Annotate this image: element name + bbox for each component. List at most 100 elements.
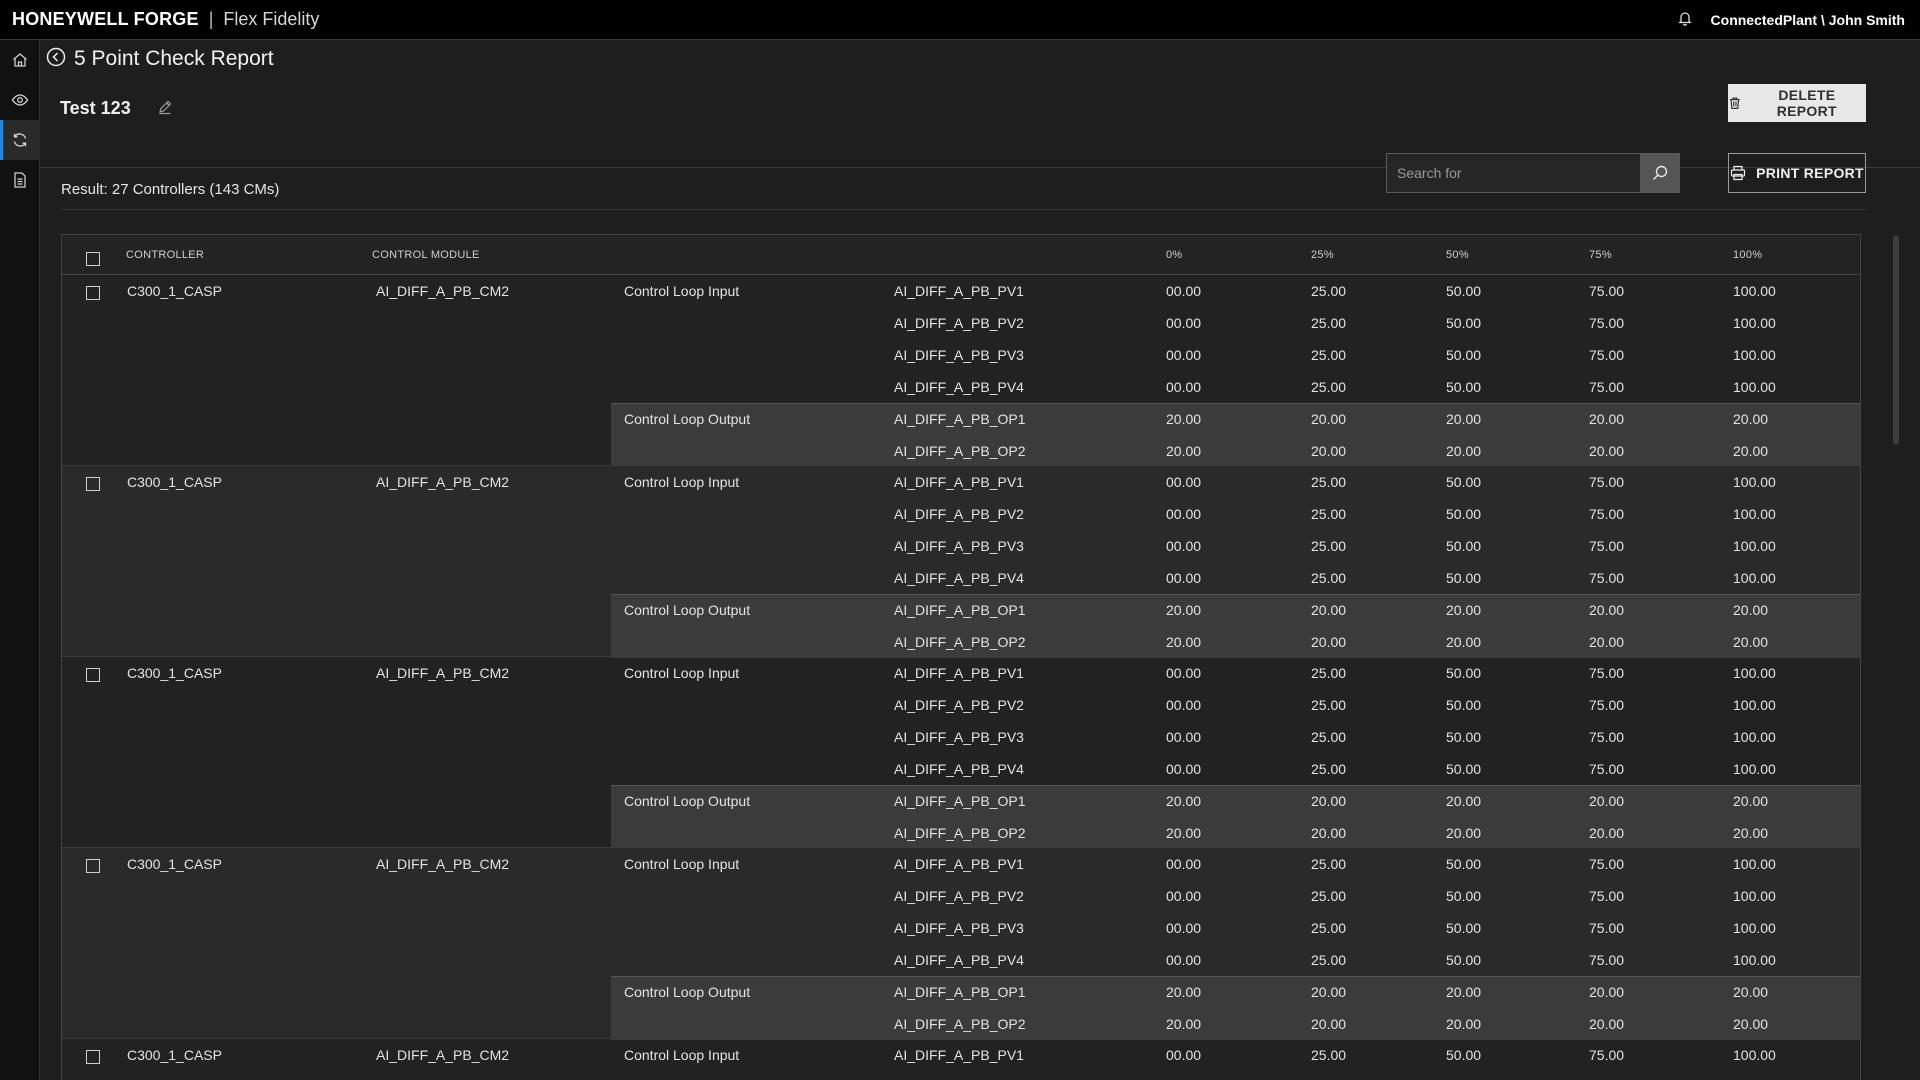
input-value: 00.00 — [1166, 347, 1202, 363]
report-name: Test 123 — [60, 98, 131, 118]
output-value: 20.00 — [1166, 825, 1202, 841]
search-icon — [1652, 165, 1667, 180]
input-tag: AI_DIFF_A_PB_PV2 — [894, 506, 1024, 522]
output-value: 20.00 — [1733, 634, 1769, 650]
input-value: 100.00 — [1733, 315, 1776, 331]
nav-view[interactable] — [0, 80, 40, 120]
input-value: 50.00 — [1446, 697, 1482, 713]
output-value: 20.00 — [1446, 825, 1482, 841]
control-loop-output-label: Control Loop Output — [624, 984, 751, 1000]
input-value: 00.00 — [1166, 506, 1202, 522]
brand-separator: | — [208, 9, 214, 29]
controller-group: C300_1_CASP AI_DIFF_A_PB_CM2 Control Loop … — [62, 466, 1860, 658]
input-value: 100.00 — [1733, 952, 1776, 968]
report-table: CONTROLLER CONTROL MODULE 0% 25% 50% 75%… — [61, 234, 1861, 1080]
output-value: 20.00 — [1446, 443, 1482, 459]
output-value: 20.00 — [1446, 1016, 1482, 1032]
user-account[interactable]: ConnectedPlant \ John Smith — [1711, 12, 1905, 28]
input-value: 00.00 — [1166, 920, 1202, 936]
row-checkbox[interactable] — [86, 1050, 100, 1064]
input-value: 75.00 — [1589, 1047, 1625, 1063]
input-value: 25.00 — [1311, 729, 1347, 745]
input-tag: AI_DIFF_A_PB_PV4 — [894, 761, 1024, 777]
input-value: 25.00 — [1311, 347, 1347, 363]
controller-group: C300_1_CASP AI_DIFF_A_PB_CM2 Control Loop … — [62, 275, 1860, 467]
input-value: 00.00 — [1166, 729, 1202, 745]
output-value: 20.00 — [1311, 984, 1347, 1000]
output-value: 20.00 — [1589, 634, 1625, 650]
input-value: 25.00 — [1311, 1047, 1347, 1063]
bell-icon[interactable] — [1677, 10, 1711, 30]
select-all-checkbox[interactable] — [86, 252, 100, 266]
input-value: 75.00 — [1589, 729, 1625, 745]
nav-sync[interactable] — [0, 120, 40, 160]
header-75-percent: 75% — [1589, 249, 1612, 261]
back-icon[interactable] — [46, 47, 74, 71]
controller-group: C300_1_CASP AI_DIFF_A_PB_CM2 Control Loop … — [62, 848, 1860, 1040]
input-tag: AI_DIFF_A_PB_PV3 — [894, 729, 1024, 745]
input-value: 75.00 — [1589, 697, 1625, 713]
input-value: 25.00 — [1311, 761, 1347, 777]
control-module-name: AI_DIFF_A_PB_CM2 — [376, 474, 510, 490]
input-value: 50.00 — [1446, 856, 1482, 872]
input-value: 75.00 — [1589, 538, 1625, 554]
input-value: 75.00 — [1589, 315, 1625, 331]
input-value: 75.00 — [1589, 665, 1625, 681]
nav-reports[interactable] — [0, 160, 40, 200]
input-tag: AI_DIFF_A_PB_PV2 — [894, 315, 1024, 331]
output-value: 20.00 — [1311, 443, 1347, 459]
output-tag: AI_DIFF_A_PB_OP2 — [894, 1016, 1026, 1032]
input-value: 100.00 — [1733, 729, 1776, 745]
input-value: 50.00 — [1446, 538, 1482, 554]
input-value: 00.00 — [1166, 697, 1202, 713]
table-scrollbar[interactable] — [1893, 235, 1899, 445]
input-value: 50.00 — [1446, 952, 1482, 968]
delete-report-button[interactable]: DELETE REPORT — [1728, 84, 1866, 122]
input-value: 75.00 — [1589, 283, 1625, 299]
output-value: 20.00 — [1166, 411, 1202, 427]
input-value: 100.00 — [1733, 283, 1776, 299]
header-0-percent: 0% — [1166, 249, 1183, 261]
output-section — [611, 785, 1860, 849]
input-value: 100.00 — [1733, 1047, 1776, 1063]
nav-home[interactable] — [0, 40, 40, 80]
search-box — [1386, 153, 1680, 193]
printer-icon — [1730, 165, 1746, 181]
input-value: 100.00 — [1733, 920, 1776, 936]
input-value: 25.00 — [1311, 538, 1347, 554]
print-report-button[interactable]: PRINT REPORT — [1728, 153, 1866, 193]
row-checkbox[interactable] — [86, 286, 100, 300]
controller-group: C300_1_CASP AI_DIFF_A_PB_CM2 Control Loop … — [62, 657, 1860, 849]
input-value: 25.00 — [1311, 283, 1347, 299]
header-controller: CONTROLLER — [126, 249, 205, 261]
input-value: 25.00 — [1311, 920, 1347, 936]
input-tag: AI_DIFF_A_PB_PV1 — [894, 665, 1024, 681]
input-value: 100.00 — [1733, 665, 1776, 681]
input-value: 50.00 — [1446, 315, 1482, 331]
output-value: 20.00 — [1589, 443, 1625, 459]
output-tag: AI_DIFF_A_PB_OP2 — [894, 825, 1026, 841]
input-value: 100.00 — [1733, 538, 1776, 554]
input-value: 25.00 — [1311, 570, 1347, 586]
input-value: 100.00 — [1733, 506, 1776, 522]
header-100-percent: 100% — [1733, 249, 1763, 261]
input-tag: AI_DIFF_A_PB_PV3 — [894, 920, 1024, 936]
output-value: 20.00 — [1311, 411, 1347, 427]
control-loop-output-label: Control Loop Output — [624, 793, 751, 809]
input-value: 50.00 — [1446, 761, 1482, 777]
input-value: 100.00 — [1733, 347, 1776, 363]
input-value: 25.00 — [1311, 952, 1347, 968]
control-loop-input-label: Control Loop Input — [624, 1047, 740, 1063]
search-button[interactable] — [1640, 154, 1679, 192]
output-tag: AI_DIFF_A_PB_OP2 — [894, 443, 1026, 459]
input-value: 100.00 — [1733, 570, 1776, 586]
search-input[interactable] — [1387, 154, 1640, 192]
output-value: 20.00 — [1166, 634, 1202, 650]
input-value: 00.00 — [1166, 888, 1202, 904]
input-value: 75.00 — [1589, 347, 1625, 363]
row-checkbox[interactable] — [86, 859, 100, 873]
row-checkbox[interactable] — [86, 477, 100, 491]
row-checkbox[interactable] — [86, 668, 100, 682]
input-value: 00.00 — [1166, 856, 1202, 872]
output-value: 20.00 — [1733, 984, 1769, 1000]
